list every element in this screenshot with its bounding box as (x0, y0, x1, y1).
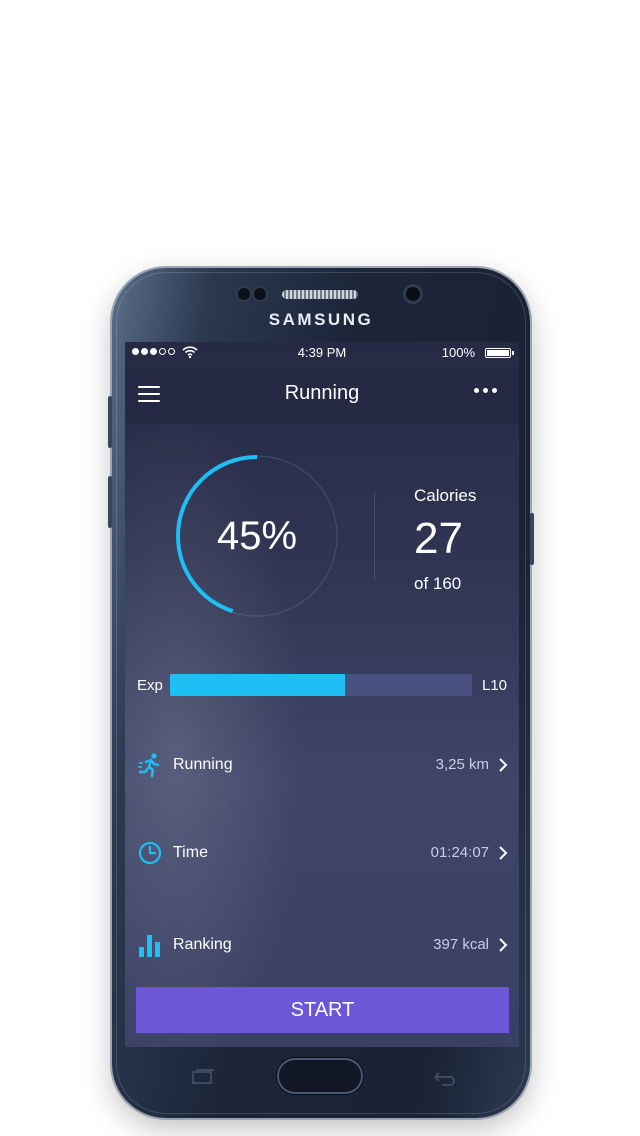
calories-value: 27 (414, 514, 463, 563)
divider (374, 492, 375, 580)
light-sensor (254, 288, 266, 300)
progress-percent: 45% (216, 514, 298, 558)
stat-label: Ranking (173, 936, 232, 953)
runner-icon (138, 753, 160, 778)
chevron-right-icon (499, 758, 508, 772)
battery-percent: 100% (441, 345, 475, 360)
stat-row-ranking[interactable]: Ranking 397 kcal (125, 924, 519, 964)
page-title: Running (284, 382, 360, 404)
exp-progress-bar (170, 674, 472, 696)
home-button[interactable] (277, 1058, 363, 1094)
brand-logo: SAMSUNG (268, 310, 374, 329)
chevron-right-icon (499, 938, 508, 952)
exp-label: Exp (137, 677, 163, 694)
stat-row-time[interactable]: Time 01:24:07 (125, 832, 519, 872)
clock-icon (138, 841, 162, 865)
power-button (530, 513, 534, 565)
stat-value: 01:24:07 (430, 844, 489, 861)
volume-button (108, 476, 112, 528)
bar-chart-icon (139, 935, 160, 957)
exp-level: L10 (482, 677, 508, 694)
calories-label: Calories (414, 486, 477, 505)
stat-label: Time (173, 844, 208, 861)
app-screen: 4:39 PM 100% Running 45% Calories 27 of … (125, 342, 519, 1047)
status-bar: 4:39 PM 100% (125, 342, 519, 364)
battery-icon (485, 348, 511, 358)
volume-button (108, 396, 112, 448)
stat-label: Running (173, 756, 233, 773)
recent-apps-icon[interactable] (188, 1068, 216, 1086)
earpiece-speaker (282, 290, 358, 299)
exp-progress-fill (170, 674, 346, 696)
nav-bar: Running (125, 366, 519, 424)
front-camera (406, 287, 420, 301)
chevron-right-icon (499, 846, 508, 860)
stat-value: 3,25 km (435, 756, 489, 773)
proximity-sensor (238, 288, 250, 300)
stat-row-running[interactable]: Running 3,25 km (125, 744, 519, 784)
battery-cap (512, 351, 514, 355)
back-icon[interactable] (430, 1068, 458, 1086)
stat-value: 397 kcal (433, 936, 489, 953)
start-button[interactable]: START (136, 987, 509, 1033)
calories-goal: of 160 (414, 574, 462, 593)
more-dots-icon[interactable] (474, 388, 497, 393)
